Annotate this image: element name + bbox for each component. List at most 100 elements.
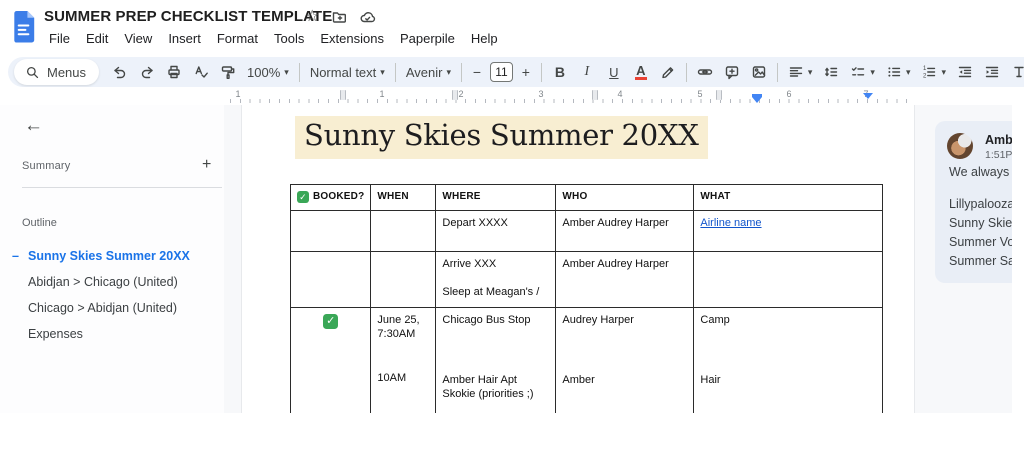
cell-where[interactable]: Depart XXXX: [436, 211, 556, 252]
cell-text[interactable]: Amber: [562, 373, 687, 387]
highlight-color-button[interactable]: [655, 59, 681, 85]
bold-button[interactable]: B: [547, 59, 573, 85]
cloud-saved-icon[interactable]: [359, 9, 376, 25]
decrease-font-size-button[interactable]: −: [467, 59, 487, 85]
menu-paperpile[interactable]: Paperpile: [393, 29, 462, 48]
chevron-down-icon: ▾: [284, 68, 289, 77]
back-arrow-icon[interactable]: ←: [24, 115, 43, 137]
cell-booked[interactable]: [291, 211, 371, 252]
cell-when[interactable]: [371, 211, 436, 252]
numbered-list-button[interactable]: 1 2 ▾: [916, 59, 951, 85]
increase-indent-button[interactable]: [979, 59, 1005, 85]
header-booked[interactable]: ✓BOOKED?: [291, 185, 371, 211]
menu-insert[interactable]: Insert: [161, 29, 208, 48]
insert-link-button[interactable]: [692, 59, 718, 85]
menu-file[interactable]: File: [42, 29, 77, 48]
header-what[interactable]: WHAT: [694, 185, 883, 211]
paragraph-style-select[interactable]: Normal text ▾: [305, 59, 390, 85]
header-when[interactable]: WHEN: [371, 185, 436, 211]
document-title[interactable]: SUMMER PREP CHECKLIST TEMPLATE: [44, 8, 332, 25]
line-spacing-button[interactable]: [818, 59, 844, 85]
cell-booked[interactable]: ✓: [291, 308, 371, 414]
table-column-marker[interactable]: [592, 90, 598, 100]
cell-text[interactable]: Amber Audrey Harper: [562, 216, 687, 230]
menu-help[interactable]: Help: [464, 29, 505, 48]
star-icon[interactable]: ☆: [305, 9, 319, 25]
font-value: Avenir: [406, 65, 443, 80]
cell-where[interactable]: Arrive XXX Sleep at Meagan's /: [436, 252, 556, 308]
print-button[interactable]: [161, 59, 187, 85]
cell-who[interactable]: Amber Audrey Harper: [556, 252, 694, 308]
increase-font-size-button[interactable]: +: [516, 59, 536, 85]
cell-when[interactable]: [371, 252, 436, 308]
style-value: Normal text: [310, 65, 376, 80]
table-column-marker[interactable]: [340, 90, 346, 100]
docs-logo-icon[interactable]: [12, 10, 37, 43]
cell-when[interactable]: June 25, 7:30AM 10AM: [371, 308, 436, 414]
document-page[interactable]: Sunny Skies Summer 20XX ✓BOOKED? WHEN WH…: [241, 105, 915, 413]
airline-link[interactable]: Airline name: [700, 217, 761, 229]
align-button[interactable]: ▾: [783, 59, 818, 85]
left-indent-marker[interactable]: [752, 97, 762, 103]
add-summary-button[interactable]: +: [202, 156, 211, 174]
undo-button[interactable]: [107, 59, 133, 85]
font-select[interactable]: Avenir ▾: [401, 59, 456, 85]
ruler-ticks: [230, 99, 914, 103]
paint-format-button[interactable]: [215, 59, 241, 85]
cell-who[interactable]: Audrey Harper Amber: [556, 308, 694, 414]
cell-text[interactable]: Audrey Harper: [562, 313, 687, 327]
header-where[interactable]: WHERE: [436, 185, 556, 211]
header-who[interactable]: WHO: [556, 185, 694, 211]
cell-text[interactable]: Hair: [700, 373, 876, 387]
cell-text[interactable]: Camp: [700, 313, 876, 327]
table-column-marker[interactable]: [716, 90, 722, 100]
italic-button[interactable]: I: [574, 59, 600, 85]
underline-button[interactable]: U: [601, 59, 627, 85]
outline-item-chicago-abidjan[interactable]: Chicago > Abidjan (United): [0, 295, 224, 321]
menu-tools[interactable]: Tools: [267, 29, 311, 48]
spellcheck-button[interactable]: [188, 59, 214, 85]
cell-booked[interactable]: [291, 252, 371, 308]
checklist-button[interactable]: ▾: [845, 59, 880, 85]
redo-button[interactable]: [134, 59, 160, 85]
cell-text[interactable]: Sleep at Meagan's /: [442, 285, 549, 299]
menus-search-button[interactable]: Menus: [14, 59, 99, 85]
outline-sidebar: ← Summary + Outline Sunny Skies Summer 2…: [0, 105, 224, 413]
zoom-select[interactable]: 100% ▾: [242, 59, 294, 85]
move-folder-icon[interactable]: [331, 9, 347, 25]
cell-text[interactable]: Amber Audrey Harper: [562, 257, 687, 271]
menu-extensions[interactable]: Extensions: [313, 29, 391, 48]
menu-edit[interactable]: Edit: [79, 29, 115, 48]
font-size-input[interactable]: 11: [490, 62, 513, 82]
cell-where[interactable]: Chicago Bus Stop Amber Hair Apt Skokie (…: [436, 308, 556, 414]
outline-item-sunny-skies[interactable]: Sunny Skies Summer 20XX: [0, 243, 224, 269]
page-title[interactable]: Sunny Skies Summer 20XX: [295, 116, 708, 159]
outline-item-expenses[interactable]: Expenses: [0, 321, 224, 347]
table-column-marker[interactable]: [452, 90, 458, 100]
svg-text:1: 1: [923, 66, 927, 72]
insert-image-button[interactable]: [746, 59, 772, 85]
menu-view[interactable]: View: [117, 29, 159, 48]
cell-what[interactable]: Airline name: [694, 211, 883, 252]
decrease-indent-button[interactable]: [952, 59, 978, 85]
booked-checkbox[interactable]: ✓: [323, 314, 338, 329]
cell-text[interactable]: Amber Hair Apt Skokie (priorities ;): [442, 373, 549, 401]
cell-who[interactable]: Amber Audrey Harper: [556, 211, 694, 252]
outline-item-abidjan-chicago[interactable]: Abidjan > Chicago (United): [0, 269, 224, 295]
cell-text[interactable]: Depart XXXX: [442, 216, 549, 230]
text-color-button[interactable]: A: [628, 59, 654, 85]
cell-text[interactable]: Chicago Bus Stop: [442, 313, 549, 327]
clear-formatting-button[interactable]: [1006, 59, 1024, 85]
cell-text[interactable]: Arrive XXX: [442, 257, 549, 271]
right-indent-marker[interactable]: [863, 93, 873, 99]
bulleted-list-button[interactable]: ▾: [881, 59, 916, 85]
menu-format[interactable]: Format: [210, 29, 265, 48]
comment-card[interactable]: Ambe 1:51PM We always t Lillypalooza Sun…: [935, 121, 1024, 283]
cell-what[interactable]: [694, 252, 883, 308]
svg-text:2: 2: [923, 73, 927, 79]
cell-text[interactable]: 10AM: [377, 371, 429, 385]
cell-what[interactable]: Camp Hair: [694, 308, 883, 414]
cell-text[interactable]: June 25, 7:30AM: [377, 313, 429, 341]
add-comment-button[interactable]: [719, 59, 745, 85]
zoom-value: 100%: [247, 65, 280, 80]
